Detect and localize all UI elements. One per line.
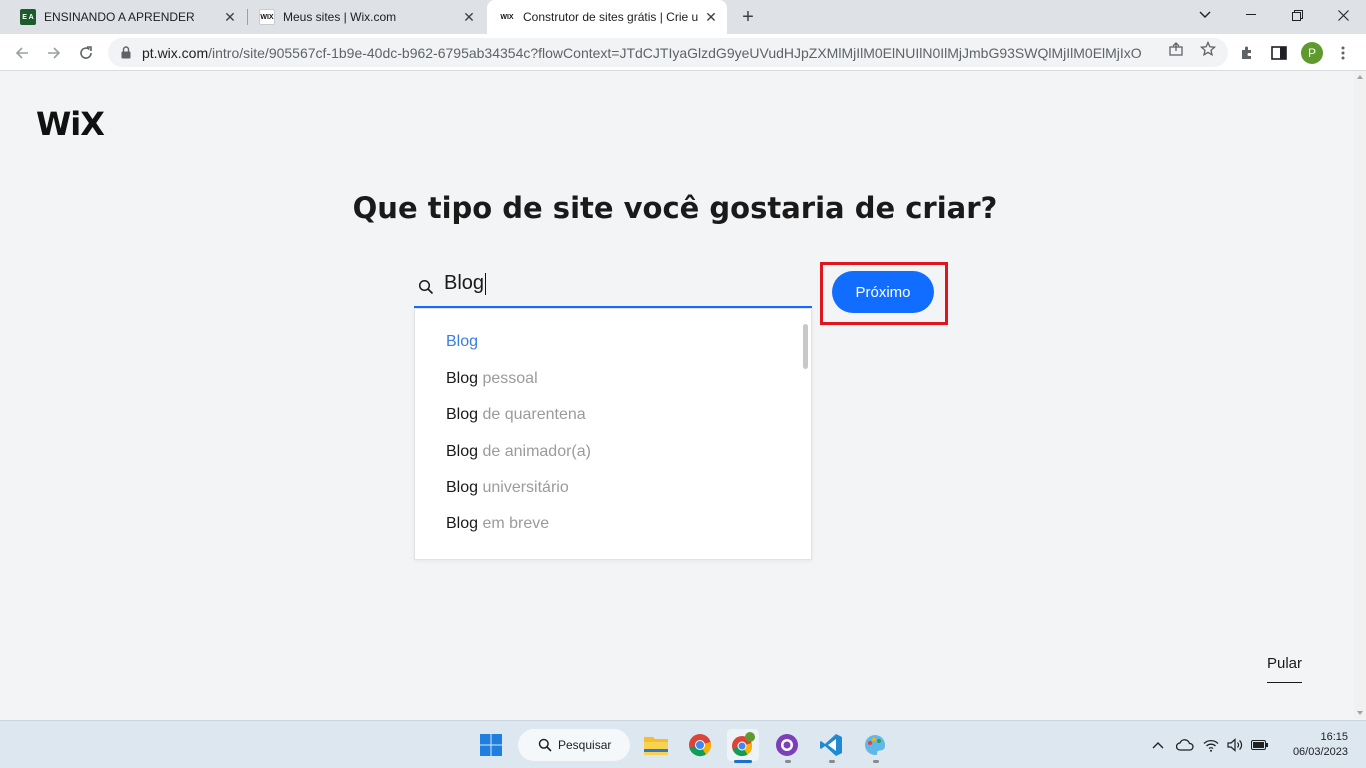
restore-icon[interactable] [1274, 0, 1320, 30]
suggestion-rest: universitário [478, 479, 569, 496]
profile-avatar[interactable]: P [1301, 42, 1323, 64]
suggestion-prefix: Blog [446, 443, 479, 460]
close-icon[interactable]: ✕ [461, 9, 477, 25]
tab-strip: E A ENSINANDO A APRENDER ✕ WIX Meus site… [0, 0, 1366, 34]
suggestion-item[interactable]: Blog pessoal [446, 370, 538, 388]
search-value-text: Blog [444, 272, 485, 294]
suggestion-item[interactable]: Blog universitário [446, 479, 569, 497]
tab-meus-sites[interactable]: WIX Meus sites | Wix.com ✕ [247, 0, 485, 34]
extensions-icon[interactable] [1237, 43, 1257, 63]
tab-ensinando[interactable]: E A ENSINANDO A APRENDER ✕ [8, 0, 246, 34]
side-panel-icon[interactable] [1269, 43, 1289, 63]
scroll-down-icon[interactable] [1357, 711, 1363, 715]
lock-icon[interactable] [120, 46, 132, 60]
share-icon[interactable] [1168, 41, 1184, 57]
minimize-icon[interactable] [1228, 0, 1274, 30]
taskbar-clock[interactable]: 16:15 06/03/2023 [1284, 730, 1348, 760]
tab-title: ENSINANDO A APRENDER [44, 10, 195, 24]
ea-favicon-icon: E A [20, 9, 36, 25]
reload-icon[interactable] [72, 39, 100, 67]
text-caret [485, 272, 487, 295]
next-button[interactable]: Próximo [832, 271, 934, 313]
scroll-up-icon[interactable] [1357, 75, 1363, 79]
search-icon [538, 738, 552, 752]
suggestion-item[interactable]: Blog [446, 333, 478, 351]
suggestion-prefix: Blog [446, 370, 479, 387]
suggestion-prefix: Blog [446, 333, 479, 350]
url-host: pt.wix.com [142, 44, 209, 61]
page-content: WiX Que tipo de site você gostaria de cr… [0, 71, 1354, 719]
suggestion-rest: pessoal [478, 370, 538, 387]
suggestion-rest: de animador(a) [478, 443, 591, 460]
suggestion-item[interactable]: Blog de animador(a) [446, 443, 591, 461]
tab-title: Meus sites | Wix.com [283, 10, 397, 24]
search-input-value[interactable]: Blog [444, 272, 487, 295]
wix-favicon-icon: WIX [259, 9, 275, 25]
show-hidden-icons-chevron-icon[interactable] [1152, 735, 1164, 755]
running-app-indicator [785, 760, 791, 763]
suggestion-prefix: Blog [446, 479, 479, 496]
clock-time: 16:15 [1320, 731, 1348, 743]
browser-toolbar: pt.wix.com/intro/site/905567cf-1b9e-40dc… [0, 34, 1366, 71]
github-desktop-icon[interactable] [771, 729, 803, 761]
back-arrow-icon[interactable] [8, 39, 36, 67]
volume-icon[interactable] [1227, 735, 1243, 755]
dropdown-scrollbar-thumb[interactable] [803, 324, 808, 369]
wix-favicon-icon: WIX [499, 9, 515, 25]
forward-arrow-icon[interactable] [40, 39, 68, 67]
suggestion-item[interactable]: Blog de quarentena [446, 406, 586, 424]
running-app-indicator [873, 760, 879, 763]
close-icon[interactable]: ✕ [703, 9, 719, 25]
chrome-icon[interactable] [684, 729, 716, 761]
windows-taskbar: Pesquisar 16:15 06/03/2023 [0, 720, 1366, 768]
tab-title: Construtor de sites grátis | Crie u [523, 10, 699, 24]
vscode-icon[interactable] [815, 729, 847, 761]
window-close-icon[interactable] [1320, 0, 1366, 30]
site-type-search-input[interactable]: Blog [414, 268, 812, 308]
battery-icon[interactable] [1251, 735, 1269, 755]
more-menu-icon[interactable] [1333, 43, 1353, 63]
running-app-indicator [829, 760, 835, 763]
page-scrollbar[interactable] [1354, 71, 1366, 719]
tab-search-chevron-icon[interactable] [1182, 0, 1228, 30]
taskbar-search[interactable]: Pesquisar [518, 729, 630, 761]
page-title: Que tipo de site você gostaria de criar? [352, 191, 998, 225]
onedrive-sync-icon[interactable] [1176, 735, 1194, 755]
url-path: /intro/site/905567cf-1b9e-40dc-b962-6795… [208, 44, 1142, 61]
suggestion-rest: em breve [478, 515, 550, 532]
new-tab-button[interactable]: + [736, 5, 760, 29]
suggestion-prefix: Blog [446, 406, 479, 423]
file-explorer-icon[interactable] [640, 729, 672, 761]
suggestion-prefix: Blog [446, 515, 479, 532]
skip-link[interactable]: Pular [1267, 655, 1303, 683]
suggestion-item[interactable]: Blog em breve [446, 515, 549, 533]
taskbar-search-label: Pesquisar [558, 738, 612, 752]
close-icon[interactable]: ✕ [222, 9, 238, 25]
paint-icon[interactable] [859, 729, 891, 761]
wifi-icon[interactable] [1203, 735, 1219, 755]
url-text[interactable]: pt.wix.com/intro/site/905567cf-1b9e-40dc… [142, 45, 1142, 61]
bookmark-star-icon[interactable] [1200, 41, 1216, 57]
start-windows-icon[interactable] [475, 729, 507, 761]
wix-logo[interactable]: WiX [36, 105, 105, 143]
address-bar[interactable]: pt.wix.com/intro/site/905567cf-1b9e-40dc… [108, 38, 1228, 67]
clock-date: 06/03/2023 [1292, 746, 1348, 758]
chrome-profile-icon[interactable] [727, 729, 759, 761]
suggestions-dropdown: Blog Blog pessoal Blog de quarentena Blo… [414, 308, 812, 560]
search-icon [418, 279, 434, 295]
suggestion-rest: de quarentena [478, 406, 586, 423]
tab-construtor[interactable]: WIX Construtor de sites grátis | Crie u … [487, 0, 727, 34]
active-app-indicator [734, 760, 752, 763]
